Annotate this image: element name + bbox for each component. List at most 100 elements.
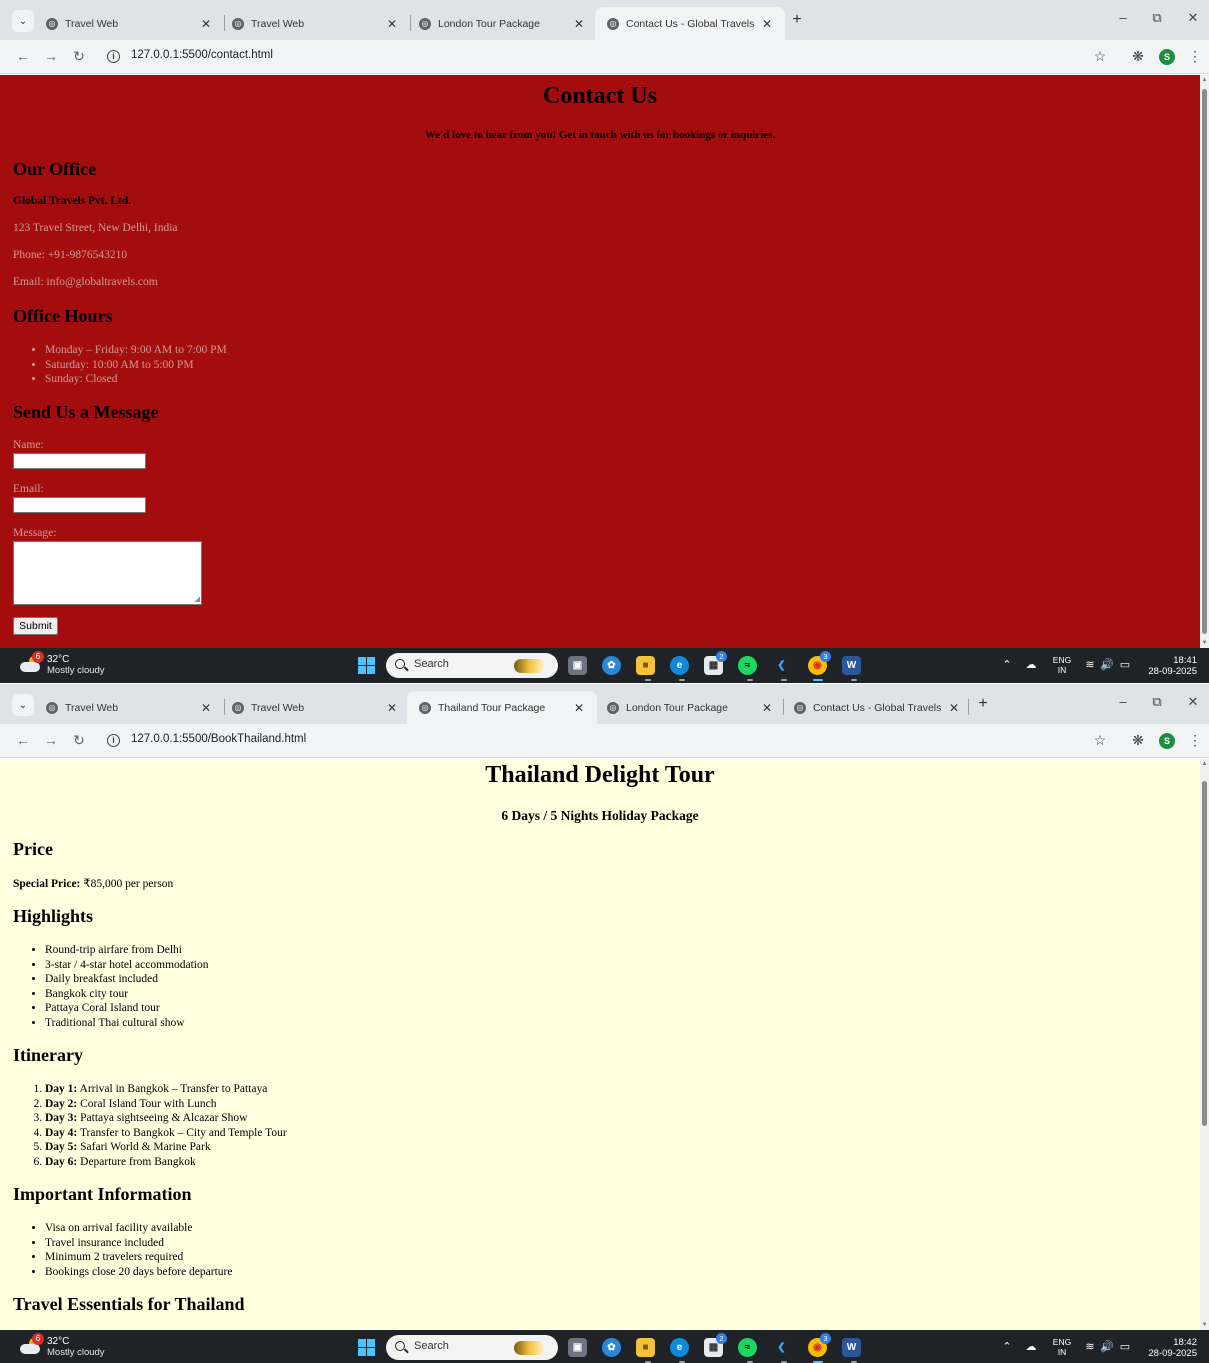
volume-icon[interactable]: 🔊 — [1100, 1340, 1114, 1354]
tab-search-icon[interactable]: ⌄ — [12, 10, 34, 32]
spotify-icon[interactable]: ≈ — [738, 1338, 757, 1357]
onedrive-icon[interactable]: ☁ — [1024, 1340, 1038, 1354]
weather-widget[interactable]: 6 32°C Mostly cloudy — [20, 1333, 130, 1360]
vscode-icon[interactable]: ❮ — [772, 656, 791, 675]
tab-london-tour[interactable]: ◎ London Tour Package ✕ — [407, 7, 597, 40]
taskbar-search[interactable]: Search — [386, 653, 558, 678]
language-indicator[interactable]: ENG IN — [1052, 655, 1072, 675]
reload-icon[interactable]: ↻ — [70, 48, 88, 64]
tab-travel-web-2[interactable]: ◎ Travel Web ✕ — [220, 691, 410, 724]
close-icon[interactable]: ✕ — [759, 701, 775, 715]
task-view-icon[interactable]: ▣ — [568, 1338, 587, 1357]
restore-icon[interactable]: ⧉ — [1147, 694, 1167, 710]
tab-travel-web-1[interactable]: ◎ Travel Web ✕ — [34, 7, 224, 40]
close-icon[interactable]: ✕ — [384, 701, 400, 715]
close-icon[interactable]: ✕ — [571, 701, 587, 715]
spotify-icon[interactable]: ≈ — [738, 656, 757, 675]
scroll-up-icon[interactable]: ▲ — [1200, 759, 1209, 769]
tab-search-icon[interactable]: ⌄ — [12, 694, 34, 716]
close-window-icon[interactable]: ✕ — [1183, 10, 1203, 26]
onedrive-icon[interactable]: ☁ — [1024, 658, 1038, 672]
taskbar-search[interactable]: Search — [386, 1335, 558, 1360]
close-icon[interactable]: ✕ — [198, 17, 214, 31]
volume-icon[interactable]: 🔊 — [1100, 658, 1114, 672]
contact-page: Contact Us We'd love to hear from you! G… — [0, 75, 1200, 648]
address-bar[interactable]: i 127.0.0.1:5500/contact.html — [99, 45, 1079, 69]
bookmark-star-icon[interactable]: ☆ — [1091, 48, 1109, 64]
menu-kebab-icon[interactable]: ⋮ — [1186, 732, 1204, 748]
chrome-badge: 3 — [820, 651, 831, 662]
file-explorer-icon[interactable]: ■ — [636, 656, 655, 675]
battery-icon[interactable]: ▭ — [1118, 658, 1132, 672]
scroll-thumb[interactable] — [1202, 89, 1207, 634]
close-icon[interactable]: ✕ — [198, 701, 214, 715]
page-subtitle: 6 Days / 5 Nights Holiday Package — [501, 808, 699, 823]
windows-start-icon[interactable] — [358, 1339, 375, 1356]
resize-grip-icon[interactable]: ◢ — [195, 596, 200, 603]
system-clock[interactable]: 18:42 28-09-2025 — [1148, 1337, 1197, 1359]
file-explorer-icon[interactable]: ■ — [636, 1338, 655, 1357]
weather-widget[interactable]: 6 32°C Mostly cloudy — [20, 651, 130, 678]
close-icon[interactable]: ✕ — [384, 17, 400, 31]
word-icon[interactable]: W — [842, 1338, 861, 1357]
scroll-down-icon[interactable]: ▼ — [1200, 638, 1209, 648]
tab-travel-web-1[interactable]: ◎ Travel Web ✕ — [34, 691, 224, 724]
tab-london-tour[interactable]: ◎ London Tour Package ✕ — [595, 691, 785, 724]
minimize-icon[interactable]: – — [1113, 694, 1133, 709]
wifi-icon[interactable]: ≋ — [1083, 1340, 1097, 1354]
list-item: Day 3: Pattaya sightseeing & Alcazar Sho… — [45, 1111, 287, 1126]
page-scrollbar[interactable]: ▲ ▼ — [1200, 75, 1209, 648]
menu-kebab-icon[interactable]: ⋮ — [1186, 48, 1204, 64]
vscode-icon[interactable]: ❮ — [772, 1338, 791, 1357]
message-textarea[interactable]: ◢ — [13, 541, 202, 605]
bookmark-star-icon[interactable]: ☆ — [1091, 732, 1109, 748]
restore-icon[interactable]: ⧉ — [1147, 10, 1167, 26]
copilot-icon[interactable]: ✿ — [602, 1338, 621, 1357]
copilot-icon[interactable]: ✿ — [602, 656, 621, 675]
close-window-icon[interactable]: ✕ — [1183, 694, 1203, 710]
profile-avatar[interactable]: S — [1159, 733, 1175, 749]
name-input[interactable] — [13, 453, 146, 469]
tab-thailand-tour[interactable]: ◎ Thailand Tour Package ✕ — [407, 691, 597, 724]
back-icon[interactable]: ← — [14, 48, 32, 64]
scroll-down-icon[interactable]: ▼ — [1200, 1320, 1209, 1330]
close-icon[interactable]: ✕ — [946, 701, 962, 715]
url-text: 127.0.0.1:5500/BookThailand.html — [131, 733, 307, 745]
running-indicator — [781, 679, 787, 681]
edge-browser-icon[interactable]: e — [670, 1338, 689, 1357]
forward-icon[interactable]: → — [42, 732, 60, 748]
new-tab-icon[interactable]: + — [974, 695, 992, 713]
tray-overflow-icon[interactable]: ⌃ — [1000, 658, 1014, 672]
scroll-thumb[interactable] — [1202, 781, 1207, 1126]
profile-avatar[interactable]: S — [1159, 49, 1175, 65]
tab-contact-us[interactable]: ◎ Contact Us - Global Travels ✕ — [782, 691, 972, 724]
language-indicator[interactable]: ENG IN — [1052, 1337, 1072, 1357]
wifi-icon[interactable]: ≋ — [1083, 658, 1097, 672]
close-icon[interactable]: ✕ — [571, 17, 587, 31]
site-info-icon[interactable]: i — [107, 50, 120, 63]
close-icon[interactable]: ✕ — [759, 17, 775, 31]
site-info-icon[interactable]: i — [107, 734, 120, 747]
address-bar[interactable]: i 127.0.0.1:5500/BookThailand.html — [99, 729, 1079, 753]
task-view-icon[interactable]: ▣ — [568, 656, 587, 675]
edge-browser-icon[interactable]: e — [670, 656, 689, 675]
battery-icon[interactable]: ▭ — [1118, 1340, 1132, 1354]
extensions-icon[interactable]: ❋ — [1129, 48, 1147, 64]
system-clock[interactable]: 18:41 28-09-2025 — [1148, 655, 1197, 677]
highlights-list: Round-trip airfare from Delhi 3-star / 4… — [45, 943, 209, 1030]
reload-icon[interactable]: ↻ — [70, 732, 88, 748]
submit-button[interactable]: Submit — [13, 617, 58, 635]
scroll-up-icon[interactable]: ▲ — [1200, 75, 1209, 85]
back-icon[interactable]: ← — [14, 732, 32, 748]
forward-icon[interactable]: → — [42, 48, 60, 64]
word-icon[interactable]: W — [842, 656, 861, 675]
windows-start-icon[interactable] — [358, 657, 375, 674]
page-scrollbar[interactable]: ▲ ▼ — [1200, 759, 1209, 1330]
minimize-icon[interactable]: – — [1113, 10, 1133, 25]
extensions-icon[interactable]: ❋ — [1129, 732, 1147, 748]
tray-overflow-icon[interactable]: ⌃ — [1000, 1340, 1014, 1354]
tab-contact-us[interactable]: ◎ Contact Us - Global Travels ✕ — [595, 7, 785, 40]
email-input[interactable] — [13, 497, 146, 513]
tab-travel-web-2[interactable]: ◎ Travel Web ✕ — [220, 7, 410, 40]
new-tab-icon[interactable]: + — [788, 11, 806, 29]
